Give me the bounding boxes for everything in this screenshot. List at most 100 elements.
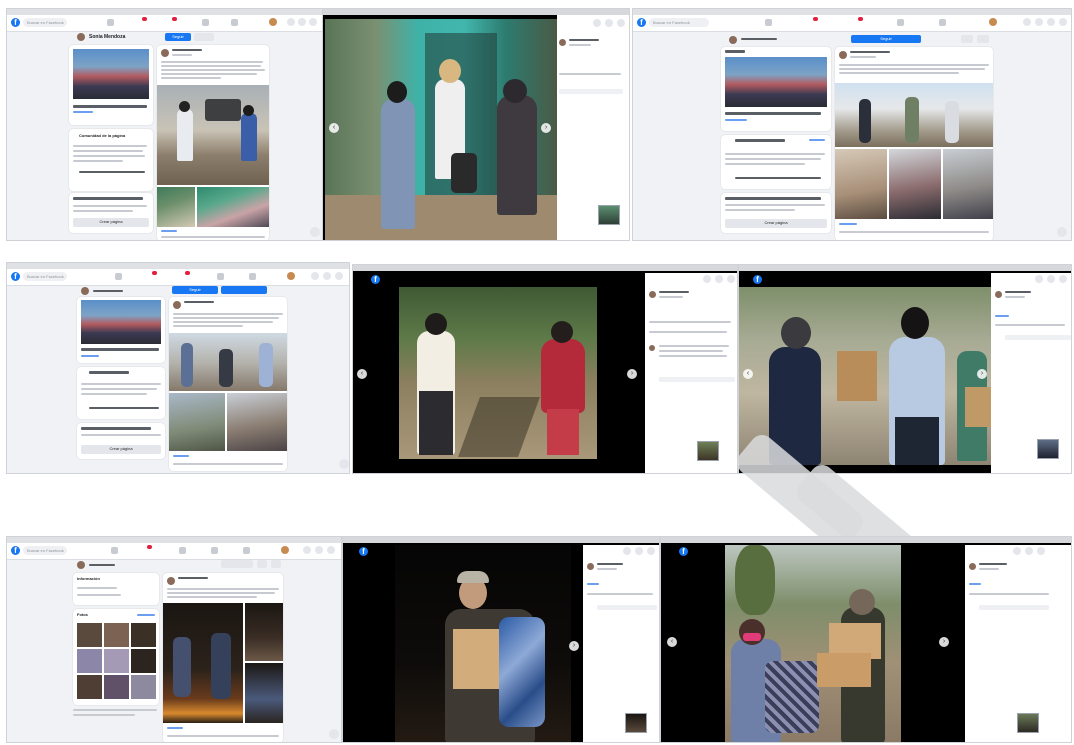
manage-link-line[interactable] [735,177,821,179]
post-photo-bottom-mid[interactable] [889,149,941,219]
create-page-button[interactable]: Crear página [73,218,149,227]
facebook-logo-icon[interactable]: f [679,547,688,556]
post-photo-bottom-right[interactable] [943,149,993,219]
post-photo-top[interactable] [169,333,287,391]
post-author-line[interactable] [184,301,214,303]
post-photo-bottom-left[interactable] [169,393,225,451]
facebook-logo-icon[interactable]: f [637,18,646,27]
post-photo-night-right-bottom[interactable] [245,663,283,723]
avatar[interactable] [77,561,85,569]
facebook-logo-icon[interactable]: f [753,275,762,284]
home-icon[interactable] [115,273,122,280]
chevron-left-icon[interactable]: ‹ [357,369,367,379]
new-message-icon[interactable] [310,227,320,237]
messenger-icon[interactable] [623,547,631,555]
post-author-avatar[interactable] [173,301,181,309]
messenger-icon[interactable] [315,546,323,554]
gaming-icon[interactable] [243,547,250,554]
album-photo[interactable] [725,57,827,107]
groups-icon[interactable] [897,19,904,26]
messenger-icon[interactable] [1013,547,1021,555]
post-photo-right[interactable] [197,187,269,227]
action-bar-line[interactable] [839,231,989,233]
post-photo-bottom-right[interactable] [227,393,287,451]
chevron-left-icon[interactable]: ‹ [329,123,339,133]
home-icon[interactable] [111,547,118,554]
menu-icon[interactable] [1023,18,1031,26]
thumbnail[interactable] [1017,713,1039,733]
create-page-button[interactable]: Crear página [81,445,161,454]
post-author-avatar[interactable] [167,577,175,585]
more-button[interactable] [194,33,214,41]
message-button[interactable] [221,560,253,568]
avatar[interactable] [969,563,976,570]
chevron-right-icon[interactable]: › [939,637,949,647]
viewer-photo[interactable] [399,287,597,459]
avatar[interactable] [729,36,737,44]
account-icon[interactable] [269,18,277,26]
follow-button[interactable]: Seguir [172,286,218,294]
video-icon[interactable] [147,545,152,549]
manage-link-line[interactable] [89,407,159,409]
album-photo[interactable] [81,300,161,344]
messenger-icon[interactable] [1035,18,1043,26]
new-message-icon[interactable] [1057,227,1067,237]
notifications-icon[interactable] [605,19,613,27]
chevron-right-icon[interactable]: › [977,369,987,379]
search-input[interactable]: Buscar en Facebook [23,546,67,555]
notifications-icon[interactable] [327,546,335,554]
groups-icon[interactable] [217,273,224,280]
marketplace-icon[interactable] [172,17,177,21]
comment-input[interactable] [659,377,735,382]
profile-name-line[interactable] [741,38,777,40]
chevron-right-icon[interactable]: › [569,641,579,651]
comment-input[interactable] [597,605,657,610]
new-message-icon[interactable] [329,729,339,739]
marketplace-icon[interactable] [858,17,863,21]
gaming-icon[interactable] [939,19,946,26]
notifications-icon[interactable] [715,275,723,283]
messenger-icon[interactable] [323,272,331,280]
grid-photo[interactable] [104,649,129,673]
video-icon[interactable] [142,17,147,21]
thumbnail[interactable] [598,205,620,225]
marketplace-icon[interactable] [179,547,186,554]
home-icon[interactable] [107,19,114,26]
see-all-link[interactable] [809,139,825,141]
groups-icon[interactable] [202,19,209,26]
home-icon[interactable] [765,19,772,26]
viewer-photo[interactable] [725,545,901,742]
avatar[interactable] [77,33,85,41]
author-line[interactable] [1005,291,1031,293]
author-line[interactable] [979,563,1007,565]
chevron-right-icon[interactable]: › [627,369,637,379]
account-icon[interactable] [647,547,655,555]
manage-link-line[interactable] [79,171,145,173]
messenger-icon[interactable] [298,18,306,26]
follow-button[interactable]: Seguir [165,33,191,41]
post-photo-night-right-top[interactable] [245,603,283,661]
post-photo-main[interactable] [157,85,269,185]
commenter-avatar[interactable] [649,345,655,351]
notifications-icon[interactable] [1047,18,1055,26]
account-menu-icon[interactable] [1059,18,1067,26]
post-photo-top[interactable] [835,83,993,147]
facebook-logo-icon[interactable]: f [11,272,20,281]
notifications-icon[interactable] [335,272,343,280]
notifications-icon[interactable] [635,547,643,555]
menu-icon[interactable] [303,546,311,554]
author-line[interactable] [659,291,689,293]
post-author-avatar[interactable] [161,49,169,57]
avatar[interactable] [649,291,656,298]
profile-name-line[interactable] [89,564,115,566]
facebook-logo-icon[interactable]: f [359,547,368,556]
album-photo[interactable] [73,49,149,99]
messenger-icon[interactable] [1035,275,1043,283]
grid-photo[interactable] [77,675,102,699]
comment-line[interactable] [559,89,623,94]
grid-photo[interactable] [77,649,102,673]
see-all-link[interactable] [137,614,155,616]
video-icon[interactable] [813,17,818,21]
post-author-avatar[interactable] [839,51,847,59]
account-icon[interactable] [1059,275,1067,283]
